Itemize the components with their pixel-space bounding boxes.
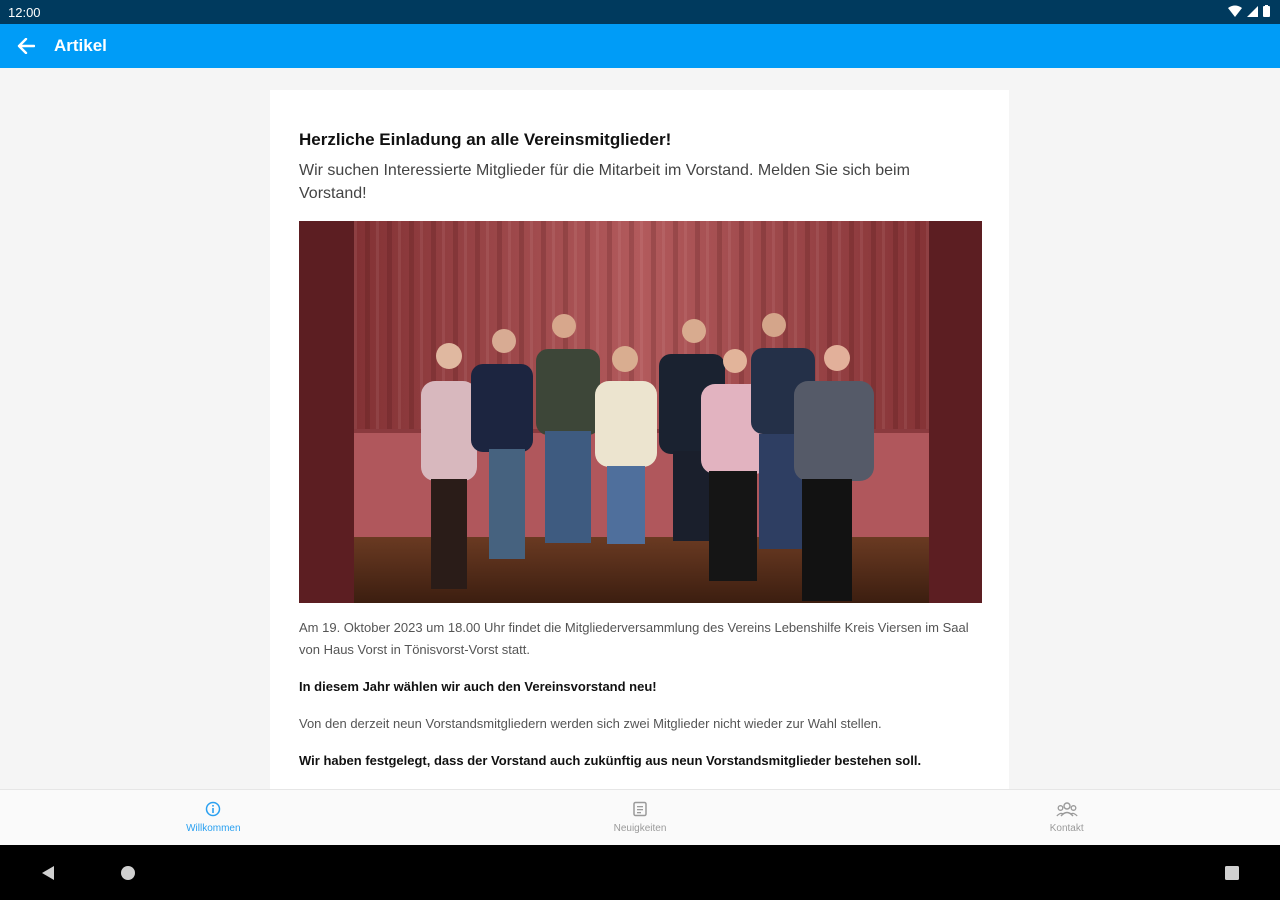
people-icon <box>1056 802 1078 817</box>
article-paragraph: Von den derzeit neun Vorstandsmitglieder… <box>299 716 882 731</box>
article-lead: Wir suchen Interessierte Mitglieder für … <box>299 162 910 202</box>
signal-icon <box>1247 5 1258 17</box>
battery-icon <box>1263 5 1270 17</box>
status-icons <box>1228 5 1270 17</box>
nav-item-neuigkeiten[interactable]: Neuigkeiten <box>427 790 854 845</box>
article-paragraph: Wir haben festgelegt, dass der Vorstand … <box>299 753 922 768</box>
info-icon <box>206 801 221 817</box>
status-time: 12:00 <box>8 5 41 20</box>
nav-label: Willkommen <box>186 823 241 834</box>
nav-item-willkommen[interactable]: Willkommen <box>0 790 427 845</box>
news-icon <box>633 801 647 817</box>
article-headline: Herzliche Einladung an alle Vereinsmitgl… <box>299 130 672 149</box>
nav-item-kontakt[interactable]: Kontakt <box>853 790 1280 845</box>
article-card: Herzliche Einladung an alle Vereinsmitgl… <box>270 90 1009 789</box>
app-bar: Artikel <box>0 24 1280 68</box>
arrow-back-icon <box>17 38 35 54</box>
system-home-button[interactable] <box>118 863 138 883</box>
article-photo <box>299 221 982 603</box>
nav-label: Kontakt <box>1049 823 1084 834</box>
article-paragraph: Am 19. Oktober 2023 um 18.00 Uhr findet … <box>299 620 969 657</box>
triangle-back-icon <box>42 866 54 880</box>
system-back-button[interactable] <box>38 863 58 883</box>
system-navigation-bar <box>0 845 1280 900</box>
nav-label: Neuigkeiten <box>613 823 667 834</box>
page-title: Artikel <box>54 36 107 55</box>
article-scroll-area[interactable]: Herzliche Einladung an alle Vereinsmitgl… <box>0 68 1280 789</box>
article-paragraph: In diesem Jahr wählen wir auch den Verei… <box>299 679 657 694</box>
bottom-navigation: Willkommen Neuigkeiten Kontakt <box>0 789 1280 845</box>
circle-home-icon <box>121 866 135 880</box>
square-recents-icon <box>1225 866 1239 880</box>
wifi-icon <box>1228 5 1242 17</box>
status-bar: 12:00 <box>0 0 1280 24</box>
system-recents-button[interactable] <box>1222 863 1242 883</box>
back-button[interactable] <box>0 24 52 68</box>
